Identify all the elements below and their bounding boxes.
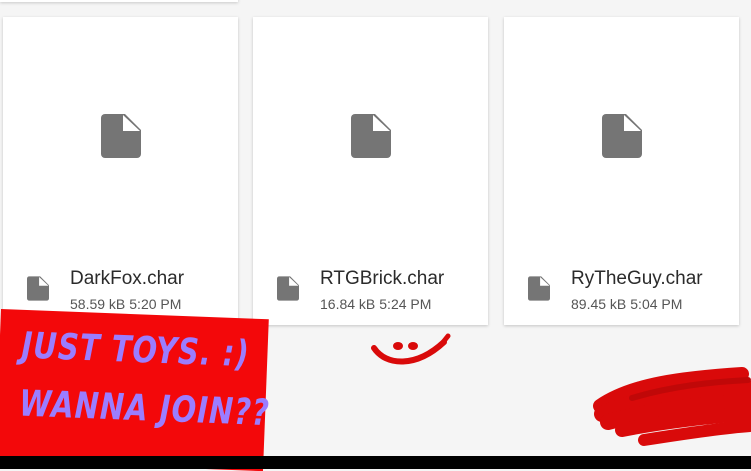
file-icon (351, 114, 391, 158)
file-card[interactable]: RTGBrick.char 16.84 kB 5:24 PM (253, 17, 488, 325)
file-icon (27, 276, 49, 301)
file-time: 5:20 PM (129, 296, 182, 312)
partial-file-card[interactable] (0, 0, 238, 2)
file-size: 58.59 kB (70, 296, 126, 312)
handwritten-sticker: JUST TOYS. :) WANNA JOIN?? (0, 309, 271, 471)
file-card[interactable]: RyTheGuy.char 89.45 kB 5:04 PM (504, 17, 739, 325)
file-icon (101, 114, 141, 158)
sticker-text-line: JUST TOYS. :) (20, 323, 251, 376)
file-icon (602, 114, 642, 158)
file-size: 89.45 kB (571, 296, 627, 312)
file-card[interactable]: DarkFox.char 58.59 kB 5:20 PM (3, 17, 238, 325)
sticker-text-line: WANNA JOIN?? (18, 381, 271, 434)
file-meta: 58.59 kB 5:20 PM (70, 296, 181, 312)
file-meta: 89.45 kB 5:04 PM (571, 296, 682, 312)
bottom-bar (0, 456, 751, 469)
file-meta: 16.84 kB 5:24 PM (320, 296, 431, 312)
file-icon (528, 276, 550, 301)
file-time: 5:04 PM (630, 296, 683, 312)
file-icon (277, 276, 299, 301)
file-name: RyTheGuy.char (571, 268, 703, 289)
red-scribble-doodle (593, 367, 751, 446)
file-time: 5:24 PM (379, 296, 432, 312)
file-name: RTGBrick.char (320, 268, 445, 289)
file-size: 16.84 kB (320, 296, 376, 312)
smiley-doodle (371, 333, 451, 365)
file-name: DarkFox.char (70, 268, 185, 289)
